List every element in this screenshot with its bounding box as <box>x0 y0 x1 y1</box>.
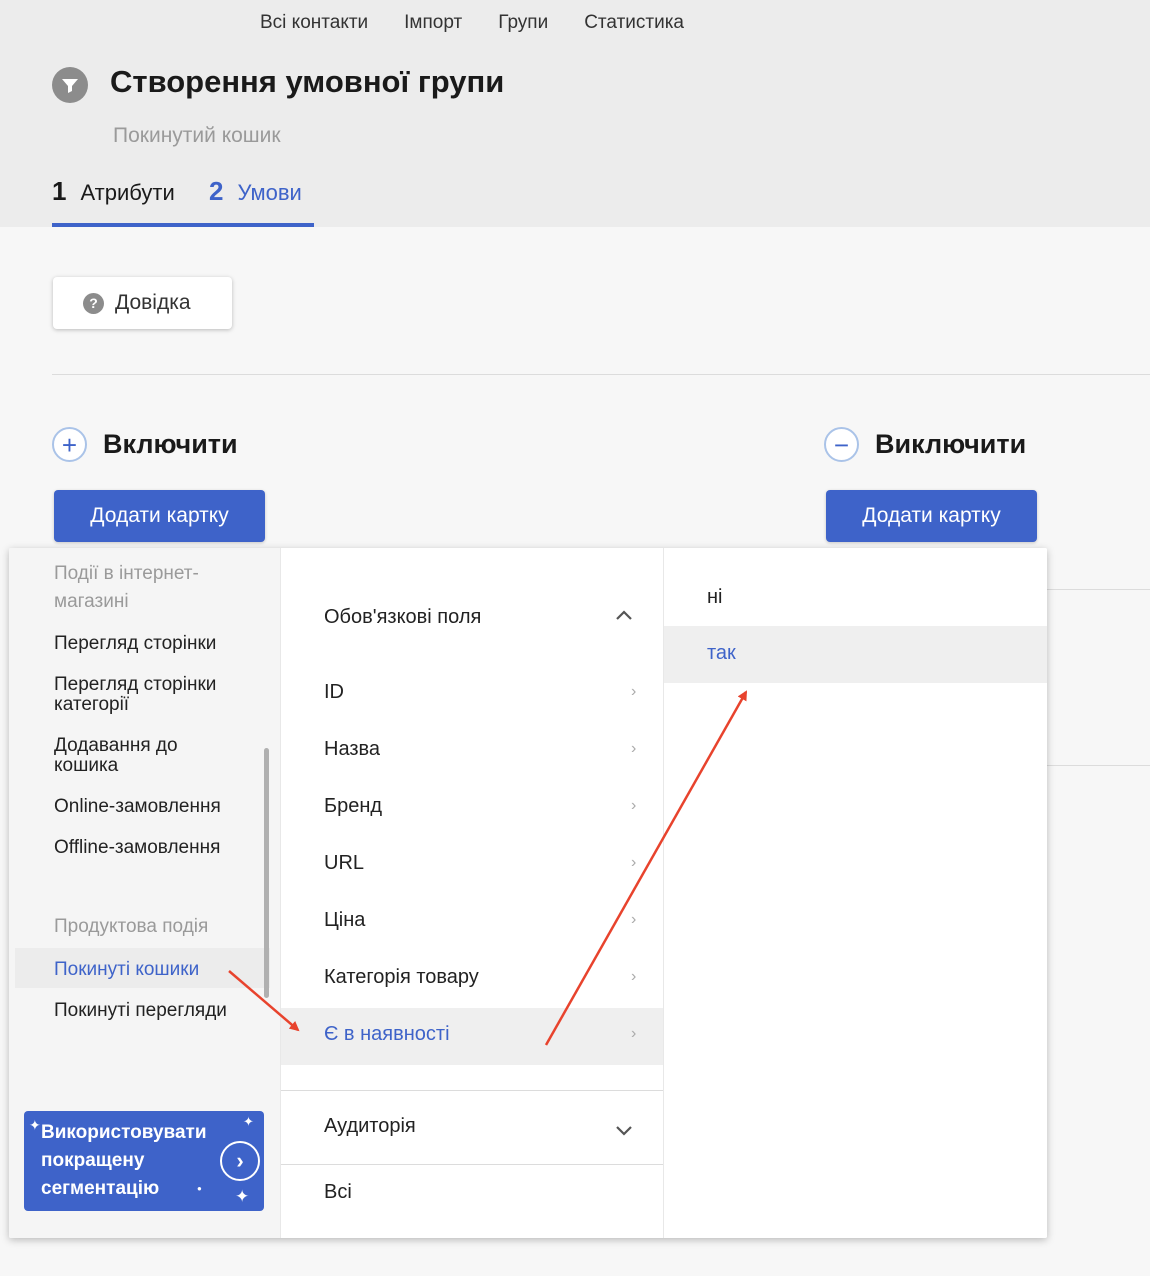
divider <box>281 1164 664 1165</box>
menu-item-offline-order[interactable]: Offline-замовлення <box>54 838 220 858</box>
chevron-down-icon[interactable] <box>614 1124 634 1138</box>
sparkle-icon: ✦ <box>29 1117 41 1133</box>
include-title: Включити <box>103 429 238 459</box>
nav-groups[interactable]: Групи <box>498 12 548 34</box>
advanced-segmentation-banner[interactable]: Використовувати покращену сегментацію ✦ … <box>24 1111 264 1211</box>
chevron-right-icon[interactable]: › <box>220 1141 260 1181</box>
field-item-brand[interactable]: Бренд <box>324 795 382 818</box>
nav-all-contacts[interactable]: Всі контакти <box>260 12 368 34</box>
top-nav: Всі контакти Імпорт Групи Статистика <box>260 12 720 34</box>
field-item-category[interactable]: Категорія товару <box>324 966 479 989</box>
section-heading: Продуктова подія <box>54 916 209 937</box>
menu-item-page-view[interactable]: Перегляд сторінки <box>54 634 216 654</box>
audience-heading[interactable]: Аудиторія <box>324 1115 416 1138</box>
minus-icon[interactable]: − <box>824 427 859 462</box>
event-type-column: Події в інтернет- магазині Перегляд стор… <box>9 548 280 1238</box>
menu-item-label: Додавання до <box>54 735 178 756</box>
field-item-name[interactable]: Назва <box>324 738 380 761</box>
page-title: Створення умовної групи <box>110 64 505 99</box>
step-number: 1 <box>52 176 67 206</box>
help-label: Довідка <box>115 291 191 314</box>
header: Всі контакти Імпорт Групи Статистика Ств… <box>0 0 1150 227</box>
menu-item-abandoned-carts[interactable]: Покинуті кошики <box>54 960 199 980</box>
promo-line: покращену <box>41 1150 145 1171</box>
group-name: Покинутий кошик <box>113 124 281 147</box>
menu-item-category-view[interactable]: Перегляд сторінки категорії <box>54 675 216 715</box>
question-icon: ? <box>83 292 104 314</box>
card-dropdown-menu: Події в інтернет- магазині Перегляд стор… <box>9 548 1047 1238</box>
filter-icon <box>52 67 88 103</box>
sparkle-icon: ✦ <box>235 1187 250 1206</box>
help-button[interactable]: ? Довідка <box>53 277 232 329</box>
menu-item-label: категорії <box>54 694 130 715</box>
required-fields-heading[interactable]: Обов'язкові поля <box>324 606 481 629</box>
divider <box>281 1090 664 1091</box>
value-option-no[interactable]: ні <box>707 586 723 609</box>
nav-import[interactable]: Імпорт <box>404 12 462 34</box>
value-column: ні так <box>663 548 1047 1238</box>
field-item-in-stock[interactable]: Є в наявності <box>324 1023 450 1046</box>
chevron-right-icon: › <box>631 1025 637 1042</box>
divider <box>1047 765 1150 766</box>
dot-icon: ● <box>197 1184 202 1193</box>
chevron-right-icon: › <box>631 740 637 757</box>
tab-conditions[interactable]: 2 Умови <box>209 176 314 227</box>
field-item-url[interactable]: URL <box>324 852 364 875</box>
steps: 1 Атрибути 2 Умови <box>52 176 314 227</box>
include-add-card-button[interactable]: Додати картку <box>54 490 265 542</box>
menu-item-label: Перегляд сторінки <box>54 674 217 695</box>
tab-attributes[interactable]: 1 Атрибути <box>52 176 209 227</box>
value-option-yes[interactable]: так <box>707 642 736 665</box>
menu-item-add-to-cart[interactable]: Додавання до кошика <box>54 736 178 776</box>
menu-item-label: кошика <box>54 755 119 776</box>
field-column: Обов'язкові поля ID › Назва › Бренд › UR… <box>280 548 664 1238</box>
plus-icon[interactable]: + <box>52 427 87 462</box>
scrollbar[interactable] <box>264 748 269 998</box>
sparkle-icon: ✦ <box>243 1114 254 1129</box>
promo-line: Використовувати <box>41 1122 207 1143</box>
menu-item-abandoned-views[interactable]: Покинуті перегляди <box>54 1001 227 1021</box>
promo-line: сегментацію <box>41 1178 160 1199</box>
divider <box>1047 589 1150 590</box>
nav-statistics[interactable]: Статистика <box>584 12 684 34</box>
field-item-price[interactable]: Ціна <box>324 909 365 932</box>
chevron-right-icon: › <box>631 683 637 700</box>
promo-text: Використовувати покращену сегментацію <box>41 1119 207 1203</box>
field-item-id[interactable]: ID <box>324 681 344 704</box>
chevron-up-icon[interactable] <box>614 608 634 622</box>
section-heading: Події в інтернет- <box>54 563 199 584</box>
section-heading: магазині <box>54 591 129 612</box>
chevron-right-icon: › <box>631 911 637 928</box>
menu-item-online-order[interactable]: Online-замовлення <box>54 797 221 817</box>
divider <box>52 374 1150 375</box>
exclude-title: Виключити <box>875 429 1027 459</box>
field-item-all[interactable]: Всі <box>324 1181 352 1204</box>
chevron-right-icon: › <box>631 854 637 871</box>
exclude-add-card-button[interactable]: Додати картку <box>826 490 1037 542</box>
chevron-right-icon: › <box>631 968 637 985</box>
step-label: Умови <box>237 180 302 205</box>
step-number: 2 <box>209 176 224 206</box>
chevron-right-icon: › <box>631 797 637 814</box>
step-label: Атрибути <box>80 180 175 205</box>
